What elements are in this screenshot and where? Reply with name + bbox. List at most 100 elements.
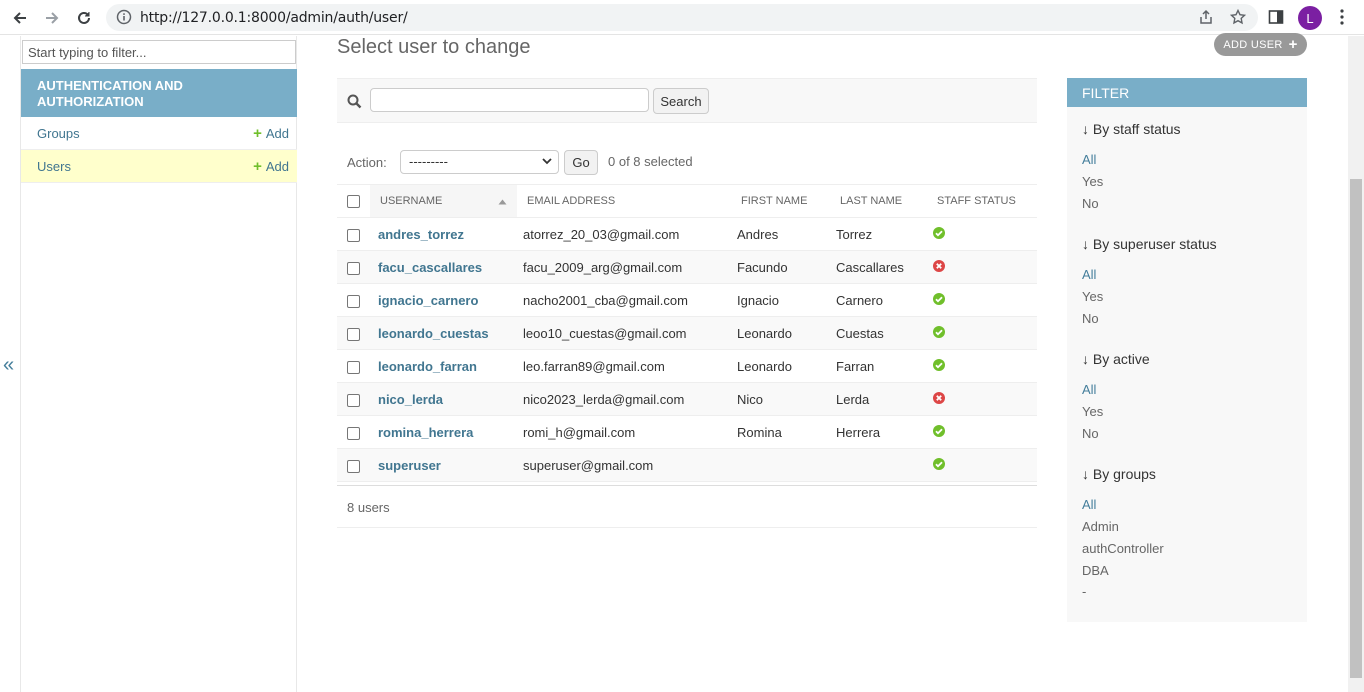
column-staff-status[interactable]: Staff status [927, 184, 1037, 218]
toggle-nav-sidebar-button[interactable]: « [3, 354, 14, 377]
filter-option[interactable]: All [1082, 497, 1096, 512]
plus-icon: + [253, 157, 262, 175]
row-select-cell [337, 283, 370, 317]
filter-option[interactable]: DBA [1082, 563, 1109, 578]
username-link[interactable]: superuser [378, 458, 441, 473]
username-link[interactable]: leonardo_cuestas [378, 326, 489, 341]
filter-option[interactable]: authController [1082, 541, 1164, 556]
column-last-name[interactable]: Last name [830, 184, 927, 218]
more-menu-icon[interactable] [1336, 8, 1348, 26]
column-first-name[interactable]: First name [731, 184, 830, 218]
filter-option[interactable]: Yes [1082, 404, 1103, 419]
add-label: Add [265, 158, 289, 174]
row-checkbox[interactable] [347, 228, 360, 242]
email-cell: leo.farran89@gmail.com [517, 349, 731, 383]
sort-ascending-icon[interactable] [498, 198, 507, 205]
filter-option[interactable]: Yes [1082, 174, 1103, 189]
first-name-cell: Facundo [731, 250, 830, 284]
filter-heading-superuser-status: ↓ By superuser status [1082, 236, 1217, 252]
username-link[interactable]: leonardo_farran [378, 359, 477, 374]
filter-option[interactable]: All [1082, 382, 1096, 397]
username-link[interactable]: ignacio_carnero [378, 293, 478, 308]
table-row: andres_torrez atorrez_20_03@gmail.com Andr… [337, 217, 1037, 251]
username-cell: superuser [370, 448, 517, 482]
address-bar[interactable]: http://127.0.0.1:8000/admin/auth/user/ [106, 4, 1258, 31]
go-button[interactable]: Go [564, 150, 598, 175]
filter-option[interactable]: No [1082, 426, 1099, 441]
forward-button[interactable] [39, 5, 65, 31]
nav-sidebar: Authentication and Authorization Groups … [20, 36, 297, 692]
yes-icon [933, 424, 945, 437]
filter-option[interactable]: All [1082, 152, 1096, 167]
filter-option[interactable]: No [1082, 196, 1099, 211]
row-checkbox[interactable] [347, 261, 360, 275]
table-row: romina_herrera romi_h@gmail.com Romina Herr… [337, 415, 1037, 449]
column-username[interactable]: Username [370, 184, 517, 218]
reload-icon [78, 11, 90, 24]
row-select-cell [337, 382, 370, 416]
username-link[interactable]: facu_cascallares [378, 260, 482, 275]
yes-icon [933, 457, 945, 470]
column-label: Last name [840, 195, 903, 207]
share-icon[interactable] [1198, 9, 1214, 25]
row-checkbox[interactable] [347, 327, 360, 341]
yes-icon [933, 325, 945, 338]
column-label: Username [380, 195, 443, 207]
username-link[interactable]: andres_torrez [378, 227, 464, 242]
filter-option[interactable]: Yes [1082, 289, 1103, 304]
search-button[interactable]: Search [653, 88, 709, 114]
filter-option[interactable]: No [1082, 311, 1099, 326]
table-row: leonardo_cuestas leoo10_cuestas@gmail.com… [337, 316, 1037, 350]
side-panel-icon[interactable] [1268, 9, 1284, 25]
column-label: Staff status [937, 195, 1016, 207]
last-name-cell: Cascallares [830, 250, 927, 284]
filter-heading-active: ↓ By active [1082, 351, 1150, 367]
page-scrollbar[interactable] [1348, 36, 1364, 692]
row-checkbox[interactable] [347, 360, 360, 374]
info-icon[interactable] [116, 9, 132, 25]
staff-status-cell [927, 349, 1037, 383]
filter-sidebar: FILTER ↓ By staff status All Yes No ↓ By… [1067, 78, 1307, 622]
add-group-link[interactable]: + Add [253, 125, 289, 142]
filter-option[interactable]: - [1082, 584, 1086, 599]
profile-avatar[interactable]: L [1298, 6, 1322, 30]
search-input[interactable] [370, 88, 649, 112]
row-checkbox[interactable] [347, 294, 360, 308]
last-name-cell: Torrez [830, 217, 927, 251]
username-cell: leonardo_farran [370, 349, 517, 383]
username-link[interactable]: nico_lerda [378, 392, 443, 407]
add-user-button[interactable]: ADD USER + [1214, 33, 1307, 56]
scrollbar-thumb[interactable] [1350, 179, 1362, 678]
row-checkbox[interactable] [347, 459, 360, 473]
row-checkbox[interactable] [347, 393, 360, 407]
filter-heading-groups: ↓ By groups [1082, 466, 1156, 482]
row-checkbox[interactable] [347, 426, 360, 440]
row-select-cell [337, 415, 370, 449]
back-button[interactable] [7, 5, 33, 31]
username-cell: leonardo_cuestas [370, 316, 517, 350]
add-label: Add [265, 125, 289, 141]
last-name-cell: Farran [830, 349, 927, 383]
table-row: nico_lerda nico2023_lerda@gmail.com Nico Le… [337, 382, 1037, 416]
nav-filter-input[interactable] [22, 40, 296, 64]
staff-status-cell [927, 382, 1037, 416]
column-email[interactable]: Email address [517, 184, 731, 218]
filter-option[interactable]: Admin [1082, 519, 1119, 534]
app-caption-auth[interactable]: Authentication and Authorization [21, 69, 297, 117]
groups-link[interactable]: Groups [37, 126, 80, 141]
reload-button[interactable] [71, 5, 97, 31]
no-icon [933, 391, 945, 404]
username-link[interactable]: romina_herrera [378, 425, 473, 440]
row-select-cell [337, 349, 370, 383]
select-all-checkbox[interactable] [347, 194, 360, 208]
email-cell: facu_2009_arg@gmail.com [517, 250, 731, 284]
yes-icon [933, 358, 945, 371]
results-table: Username Email address First name Last n… [337, 184, 1037, 482]
action-select[interactable]: --------- [400, 150, 559, 174]
star-icon[interactable] [1230, 9, 1246, 25]
first-name-cell: Andres [731, 217, 830, 251]
column-label: Email address [527, 195, 616, 207]
add-user-link[interactable]: + Add [253, 158, 289, 175]
filter-option[interactable]: All [1082, 267, 1096, 282]
users-link[interactable]: Users [37, 159, 71, 174]
